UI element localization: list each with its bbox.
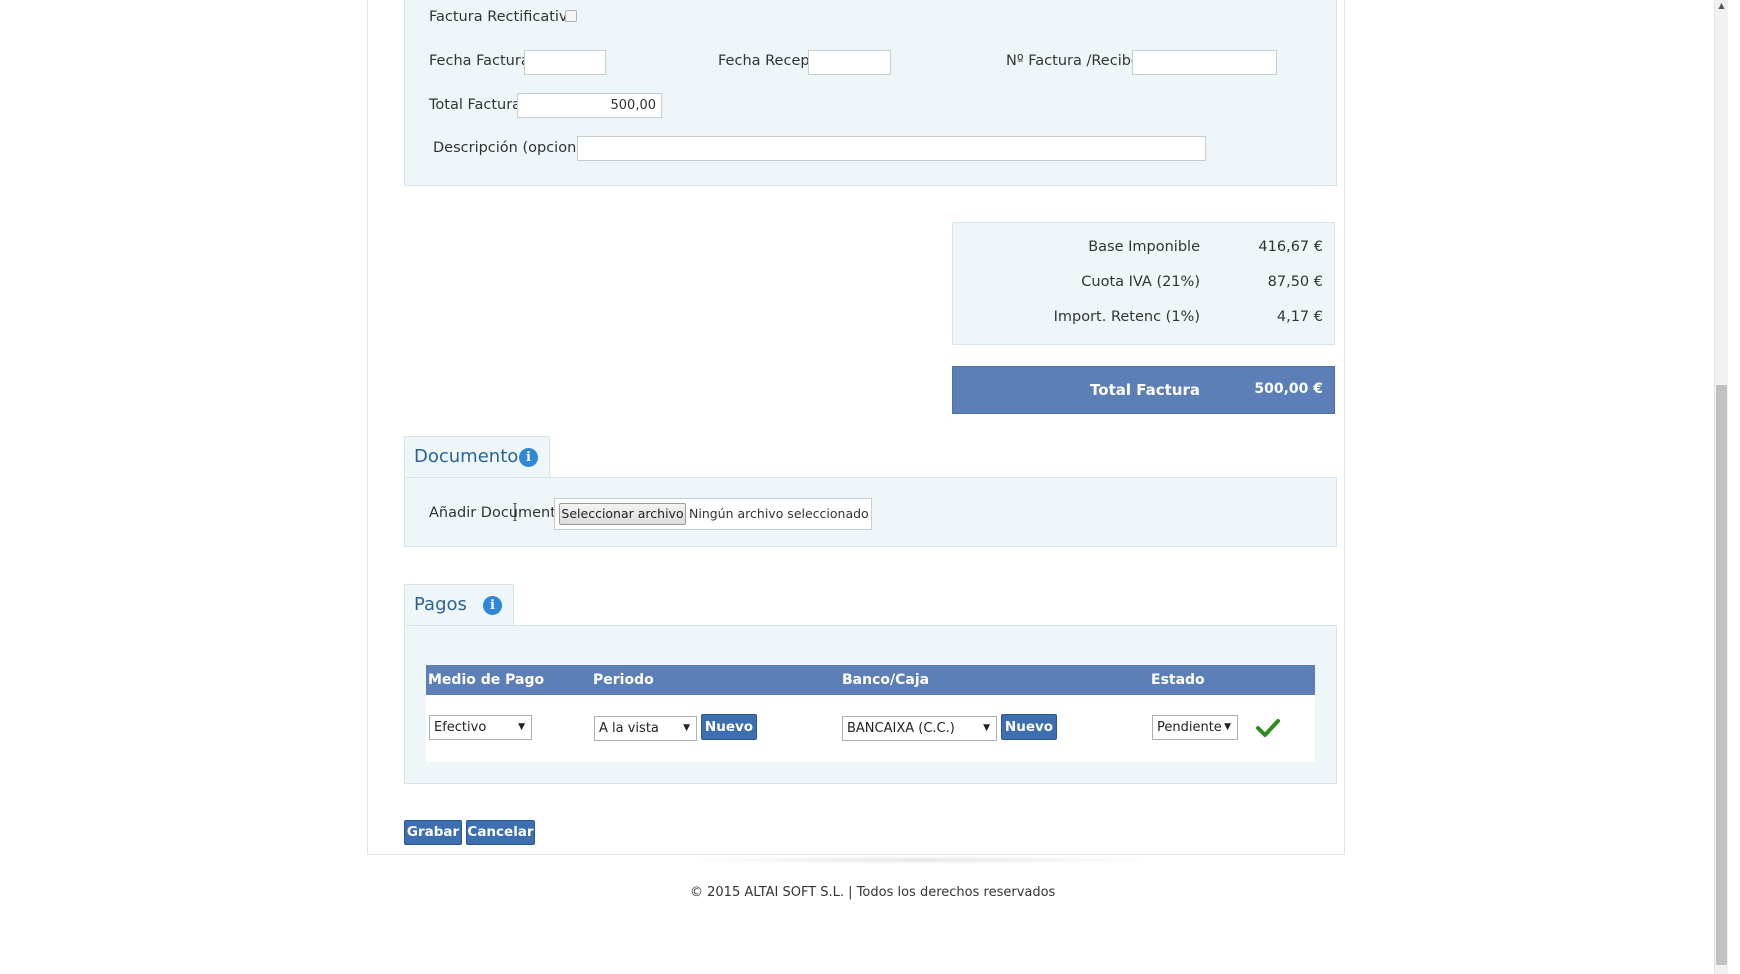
- pagos-title: Pagos: [414, 594, 467, 615]
- nuevo-banco-button[interactable]: Nuevo: [1001, 714, 1057, 740]
- base-imponible-label: Base Imponible: [1088, 239, 1200, 255]
- documento-title: Documento: [414, 446, 519, 467]
- grabar-button[interactable]: Grabar: [404, 820, 462, 845]
- text-cursor-icon: [513, 503, 517, 521]
- estado-value: Pendiente: [1157, 720, 1222, 735]
- footer-copyright: © 2015 ALTAI SOFT S.L. | Todos los derec…: [690, 885, 1056, 900]
- header-medio-pago: Medio de Pago: [428, 672, 545, 688]
- retencion-label: Import. Retenc (1%): [1053, 309, 1200, 325]
- total-factura-input[interactable]: 500,00: [517, 93, 662, 118]
- header-estado: Estado: [1151, 672, 1205, 688]
- banco-caja-value: BANCAIXA (C.C.): [847, 721, 955, 736]
- add-documento-label: Añadir Documento: [429, 505, 565, 521]
- file-status: Ningún archivo seleccionado: [689, 506, 869, 521]
- total-bar-value: 500,00 €: [1254, 381, 1323, 397]
- select-file-button[interactable]: Seleccionar archivo: [559, 503, 686, 525]
- total-bar-label: Total Factura: [1090, 381, 1200, 399]
- periodo-select[interactable]: A la vista ▼: [594, 716, 697, 741]
- header-banco-caja: Banco/Caja: [842, 672, 930, 688]
- fecha-factura-label: Fecha Factura: [429, 53, 530, 69]
- fecha-recep-input[interactable]: [808, 50, 891, 75]
- pagos-info-icon[interactable]: i: [483, 596, 502, 615]
- chevron-down-icon: ▼: [518, 722, 525, 732]
- estado-select[interactable]: Pendiente ▼: [1152, 715, 1238, 740]
- scroll-up-icon[interactable]: ▲: [1716, 0, 1727, 12]
- cancelar-button[interactable]: Cancelar: [466, 820, 535, 845]
- cuota-iva-label: Cuota IVA (21%): [1081, 274, 1200, 290]
- rectificativa-label: Factura Rectificativa: [429, 9, 577, 25]
- chevron-down-icon: ▼: [983, 723, 990, 733]
- checkmark-icon[interactable]: [1256, 718, 1280, 738]
- nuevo-periodo-button[interactable]: Nuevo: [701, 714, 757, 740]
- medio-pago-select[interactable]: Efectivo ▼: [429, 715, 532, 740]
- total-factura-label: Total Factura: [429, 97, 522, 113]
- num-factura-input[interactable]: [1132, 50, 1277, 75]
- medio-pago-value: Efectivo: [434, 720, 487, 735]
- descripcion-input[interactable]: [577, 136, 1206, 161]
- retencion-value: 4,17 €: [1276, 309, 1323, 325]
- rectificativa-checkbox[interactable]: [565, 10, 577, 22]
- chevron-down-icon: ▼: [1224, 722, 1231, 732]
- periodo-value: A la vista: [599, 721, 659, 736]
- fecha-recep-label: Fecha Recep.: [718, 53, 815, 69]
- cuota-iva-value: 87,50 €: [1267, 274, 1323, 290]
- fecha-factura-input[interactable]: [524, 50, 606, 75]
- header-periodo: Periodo: [593, 672, 654, 688]
- chevron-down-icon: ▼: [683, 723, 690, 733]
- num-factura-label: Nº Factura /Recibo: [1006, 53, 1140, 69]
- scrollbar-thumb[interactable]: [1716, 385, 1727, 965]
- descripcion-label: Descripción (opcional): [433, 140, 595, 156]
- page-shadow: [680, 856, 1160, 864]
- documento-info-icon[interactable]: i: [519, 448, 538, 467]
- banco-caja-select[interactable]: BANCAIXA (C.C.) ▼: [842, 716, 997, 741]
- base-imponible-value: 416,67 €: [1258, 239, 1323, 255]
